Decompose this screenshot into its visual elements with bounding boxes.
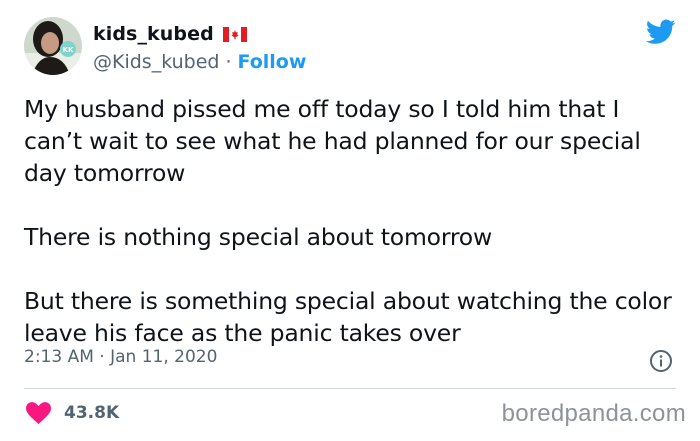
watermark: boredpanda.com — [501, 400, 686, 427]
like-button[interactable]: 43.8K — [26, 399, 119, 427]
handle[interactable]: @Kids_kubed — [93, 51, 219, 73]
tweet-text: My husband pissed me off today so I told… — [24, 93, 684, 381]
likes-count: 43.8K — [64, 403, 120, 423]
tweet-timestamp[interactable]: 2:13 AM · Jan 11, 2020 — [24, 347, 217, 371]
tweet-paragraph: But there is something special about wat… — [24, 287, 672, 347]
canada-flag-icon — [222, 26, 247, 42]
tweet-paragraph: My husband pissed me off today so I told… — [24, 95, 641, 187]
info-icon[interactable] — [649, 349, 673, 373]
tweet-card: KK kids_kubed @Kids_kubed · Follow My hu… — [0, 0, 700, 441]
tweet-paragraph: There is nothing special about tomorrow — [24, 223, 493, 251]
heart-icon — [26, 402, 51, 424]
avatar-image: KK — [24, 17, 82, 75]
follow-button[interactable]: Follow — [238, 51, 307, 73]
svg-text:KK: KK — [63, 46, 74, 54]
divider — [24, 388, 676, 389]
author-name-row: kids_kubed — [93, 20, 247, 48]
avatar[interactable]: KK — [24, 17, 82, 75]
twitter-bird-icon[interactable] — [645, 19, 676, 45]
separator: · — [225, 51, 232, 73]
display-name[interactable]: kids_kubed — [93, 23, 214, 45]
author-handle-row: @Kids_kubed · Follow — [93, 49, 306, 75]
